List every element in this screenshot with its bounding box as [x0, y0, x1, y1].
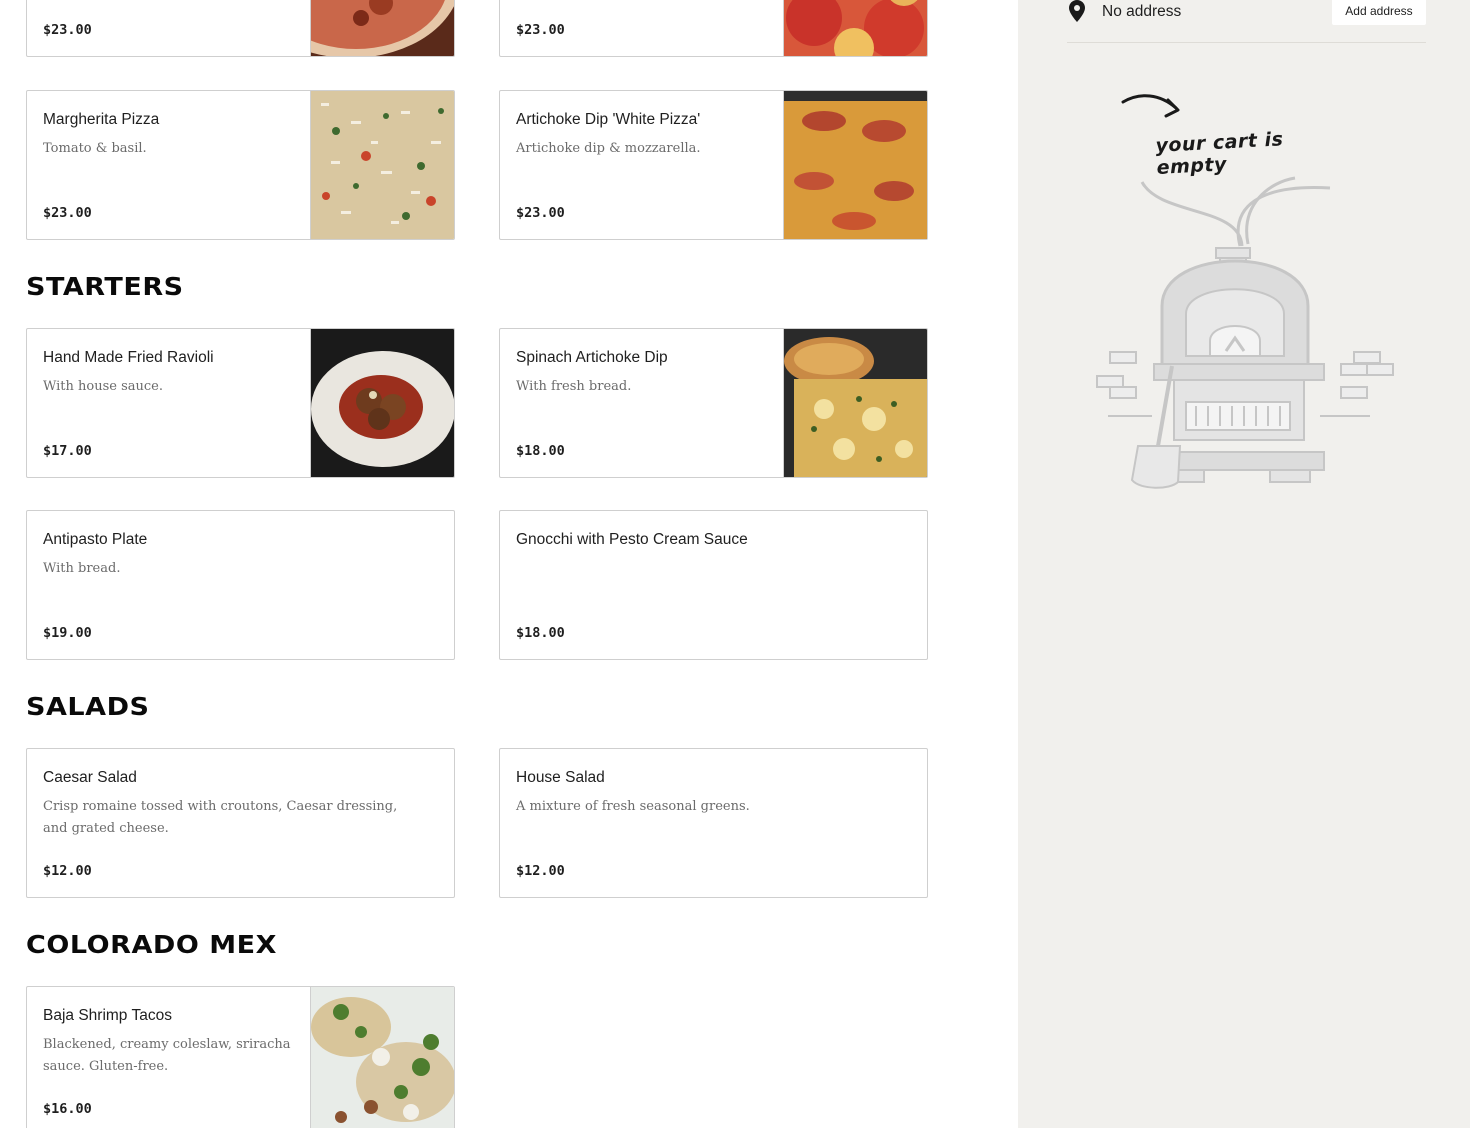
menu-item-title: Hand Made Fried Ravioli: [43, 349, 214, 366]
menu-item-card[interactable]: Hand Made Fried Ravioli With house sauce…: [26, 328, 455, 478]
menu-item-description: With bread.: [43, 561, 121, 576]
menu-item-title: Spinach Artichoke Dip: [516, 349, 668, 366]
add-address-button[interactable]: Add address: [1332, 0, 1426, 25]
menu-item-price: $23.00: [516, 205, 565, 221]
menu-item-description: With fresh bread.: [516, 379, 632, 394]
menu-item-title: Baja Shrimp Tacos: [43, 1007, 172, 1024]
address-row: No address Add address: [1067, 0, 1426, 43]
section-title-colorado-mex: COLORADO MEX: [26, 930, 278, 959]
menu-item-photo: [783, 0, 927, 56]
menu-item-title: Antipasto Plate: [43, 531, 148, 548]
menu-item-photo: [310, 0, 454, 56]
menu-item-price: $23.00: [516, 22, 565, 38]
menu-item-card[interactable]: Margherita Pizza Tomato & basil. $23.00: [26, 90, 455, 240]
menu-item-price: $17.00: [43, 443, 92, 459]
menu-item-price: $19.00: [43, 625, 92, 641]
menu-item-description: Tomato & basil.: [43, 141, 147, 156]
menu-item-card[interactable]: House Salad A mixture of fresh seasonal …: [499, 748, 928, 898]
menu-item-card[interactable]: $23.00: [26, 0, 455, 57]
menu-item-card[interactable]: Caesar Salad Crisp romaine tossed with c…: [26, 748, 455, 898]
menu-item-price: $18.00: [516, 625, 565, 641]
menu-item-price: $23.00: [43, 205, 92, 221]
menu-item-description: A mixture of fresh seasonal greens.: [516, 799, 750, 814]
menu-item-title: House Salad: [516, 769, 605, 786]
menu-item-description: With house sauce.: [43, 379, 163, 394]
menu-item-price: $23.00: [43, 22, 92, 38]
menu-item-title: Artichoke Dip 'White Pizza': [516, 111, 701, 128]
menu-list: $23.00 $23.00 Margherita Pizza Tomato & …: [0, 0, 1018, 1128]
menu-item-description: Artichoke dip & mozzarella.: [516, 141, 701, 156]
menu-item-card[interactable]: Spinach Artichoke Dip With fresh bread. …: [499, 328, 928, 478]
menu-item-card[interactable]: Antipasto Plate With bread. $19.00: [26, 510, 455, 660]
menu-item-card[interactable]: $23.00: [499, 0, 928, 57]
section-title-starters: STARTERS: [26, 272, 184, 301]
menu-item-price: $16.00: [43, 1101, 92, 1117]
menu-item-title: Caesar Salad: [43, 769, 137, 786]
menu-item-description: Blackened, creamy coleslaw, sriracha sau…: [43, 1037, 291, 1074]
menu-item-photo: [310, 329, 454, 477]
menu-item-description: Crisp romaine tossed with croutons, Caes…: [43, 799, 398, 836]
menu-item-title: Gnocchi with Pesto Cream Sauce: [516, 531, 748, 548]
menu-item-photo: [783, 91, 927, 239]
location-pin-icon: [1069, 0, 1085, 22]
menu-item-photo: [310, 987, 454, 1128]
address-label: No address: [1102, 3, 1182, 20]
menu-item-price: $12.00: [516, 863, 565, 879]
menu-item-card[interactable]: Baja Shrimp Tacos Blackened, creamy cole…: [26, 986, 455, 1128]
menu-item-card[interactable]: Artichoke Dip 'White Pizza' Artichoke di…: [499, 90, 928, 240]
section-title-salads: SALADS: [26, 692, 150, 721]
menu-item-photo: [310, 91, 454, 239]
menu-item-price: $18.00: [516, 443, 565, 459]
menu-item-photo: [783, 329, 927, 477]
menu-item-card[interactable]: Gnocchi with Pesto Cream Sauce $18.00: [499, 510, 928, 660]
menu-item-title: Margherita Pizza: [43, 111, 160, 128]
menu-item-price: $12.00: [43, 863, 92, 879]
